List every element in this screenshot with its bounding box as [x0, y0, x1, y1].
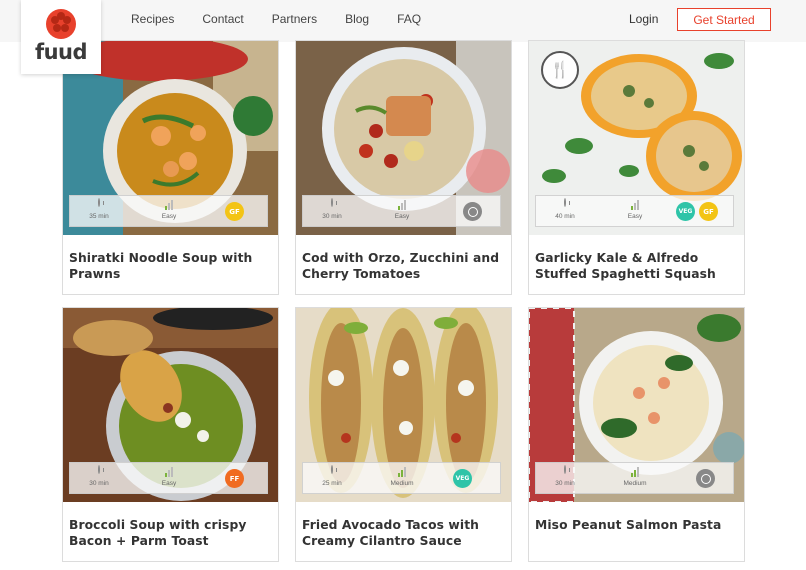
- family-friendly-badge: FF: [225, 469, 244, 488]
- nav-recipes[interactable]: Recipes: [131, 12, 174, 26]
- clock-icon: [564, 198, 566, 207]
- gluten-free-badge: GF: [225, 202, 244, 221]
- recipe-title[interactable]: Broccoli Soup with crispy Bacon + Parm T…: [69, 517, 272, 549]
- nav-blog[interactable]: Blog: [345, 12, 369, 26]
- diet-icon: [696, 469, 715, 488]
- cook-time-value: 35 min: [89, 213, 109, 220]
- recipe-card[interactable]: 30 min Easy Cod with Orzo, Zucchini and …: [295, 40, 512, 295]
- vegetarian-badge: VEG: [453, 469, 472, 488]
- nav-faq[interactable]: FAQ: [397, 12, 421, 26]
- recipe-card[interactable]: 35 min Easy GF Shiratki Noodle Soup with…: [62, 40, 279, 295]
- cook-time: 30 min: [307, 198, 357, 220]
- cook-time: 30 min: [540, 465, 590, 487]
- difficulty-bars-icon: [377, 466, 427, 477]
- gluten-free-badge: GF: [699, 202, 718, 221]
- recipe-info-bar: 35 min Easy GF: [69, 195, 268, 227]
- recipe-title[interactable]: Miso Peanut Salmon Pasta: [535, 517, 738, 533]
- recipe-title[interactable]: Cod with Orzo, Zucchini and Cherry Tomat…: [302, 250, 505, 282]
- cutlery-icon: 🍴: [541, 51, 579, 89]
- difficulty-value: Easy: [161, 480, 177, 487]
- nav-partners[interactable]: Partners: [272, 12, 317, 26]
- cook-time-value: 30 min: [555, 480, 575, 487]
- get-started-button[interactable]: Get Started: [677, 8, 771, 31]
- recipe-info-bar: 40 min Easy VEG GF: [535, 195, 734, 227]
- difficulty-bars-icon: [377, 199, 427, 210]
- logo-text: fuud: [34, 40, 88, 64]
- difficulty-value: Easy: [161, 213, 177, 220]
- recipe-info-bar: 30 min Medium: [535, 462, 734, 494]
- login-link[interactable]: Login: [629, 12, 658, 26]
- difficulty: Easy: [377, 199, 427, 220]
- difficulty-value: Easy: [627, 213, 643, 220]
- clock-icon: [331, 465, 333, 474]
- difficulty: Medium: [610, 466, 660, 487]
- difficulty-value: Medium: [623, 480, 647, 487]
- recipe-info-bar: 30 min Easy FF: [69, 462, 268, 494]
- recipe-title[interactable]: Fried Avocado Tacos with Creamy Cilantro…: [302, 517, 505, 549]
- tomato-logo-icon: [46, 9, 76, 39]
- recipe-info-bar: 30 min Easy: [302, 195, 501, 227]
- logo[interactable]: fuud: [21, 0, 101, 74]
- nav-contact[interactable]: Contact: [202, 12, 243, 26]
- recipe-card[interactable]: 30 min Medium Miso Peanut Salmon Pasta: [528, 307, 745, 562]
- main-nav: Recipes Contact Partners Blog FAQ: [131, 12, 449, 26]
- cook-time-value: 30 min: [322, 213, 342, 220]
- cook-time: 40 min: [540, 198, 590, 220]
- difficulty-bars-icon: [610, 466, 660, 477]
- cook-time: 30 min: [74, 465, 124, 487]
- recipe-title[interactable]: Garlicky Kale & Alfredo Stuffed Spaghett…: [535, 250, 738, 282]
- cook-time: 25 min: [307, 465, 357, 487]
- difficulty: Easy: [144, 466, 194, 487]
- difficulty-bars-icon: [144, 466, 194, 477]
- difficulty: Medium: [377, 466, 427, 487]
- clock-icon: [564, 465, 566, 474]
- cook-time-value: 25 min: [322, 480, 342, 487]
- site-header: Recipes Contact Partners Blog FAQ Login …: [0, 0, 806, 42]
- difficulty-value: Easy: [394, 213, 410, 220]
- clock-icon: [98, 198, 100, 207]
- clock-icon: [98, 465, 100, 474]
- cook-time-value: 30 min: [89, 480, 109, 487]
- clock-icon: [331, 198, 333, 207]
- difficulty-bars-icon: [144, 199, 194, 210]
- recipe-card[interactable]: 25 min Medium VEG Fried Avocado Tacos wi…: [295, 307, 512, 562]
- cook-time: 35 min: [74, 198, 124, 220]
- difficulty-bars-icon: [610, 199, 660, 210]
- cook-time-value: 40 min: [555, 213, 575, 220]
- recipe-info-bar: 25 min Medium VEG: [302, 462, 501, 494]
- recipe-card[interactable]: 30 min Easy FF Broccoli Soup with crispy…: [62, 307, 279, 562]
- difficulty: Easy: [610, 199, 660, 220]
- recipe-title[interactable]: Shiratki Noodle Soup with Prawns: [69, 250, 272, 282]
- recipe-card[interactable]: 🍴 40 min Easy VEG GF Garlicky Kale & Alf…: [528, 40, 745, 295]
- diet-icon: [463, 202, 482, 221]
- difficulty-value: Medium: [390, 480, 414, 487]
- vegetarian-badge: VEG: [676, 202, 695, 221]
- difficulty: Easy: [144, 199, 194, 220]
